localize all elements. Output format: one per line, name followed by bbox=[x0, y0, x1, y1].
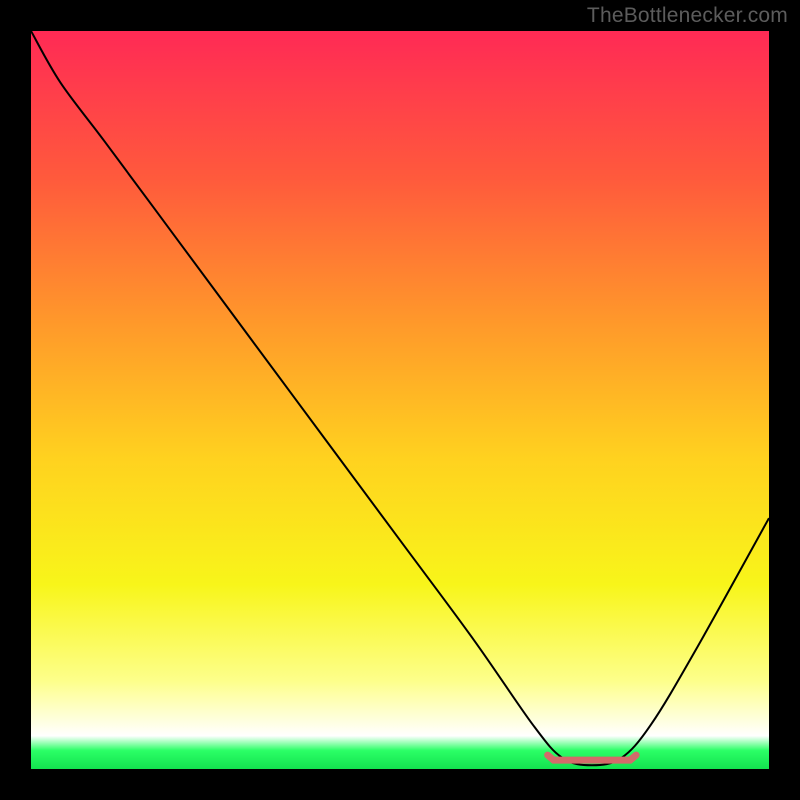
gradient-background bbox=[31, 31, 769, 769]
bottleneck-chart bbox=[31, 31, 769, 769]
watermark-text: TheBottlenecker.com bbox=[587, 4, 788, 28]
